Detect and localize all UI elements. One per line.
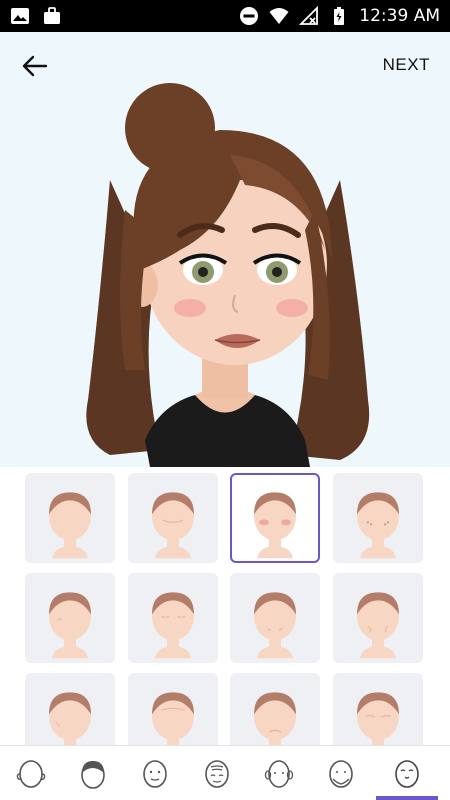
tab-face-shape[interactable] [0,746,62,800]
face-icon [143,759,167,788]
tab-wrinkles[interactable] [186,746,248,800]
tab-nose[interactable] [376,746,438,800]
do-not-disturb-icon [240,7,259,25]
wifi-icon [269,8,289,24]
back-button[interactable] [20,52,50,80]
cheek-face-icon [329,759,353,788]
next-button[interactable]: NEXT [383,55,430,75]
tab-face[interactable] [124,746,186,800]
tab-hair[interactable] [62,746,124,800]
feature-tab-bar [0,745,450,800]
wrinkle-face-icon [205,759,229,788]
nose-face-icon [395,759,419,788]
face-option[interactable] [128,573,218,663]
hair-icon [81,760,105,789]
face-shape-icon [16,759,46,788]
face-option[interactable] [25,473,115,563]
face-option[interactable] [128,473,218,563]
battery-icon [334,7,345,25]
ear-face-icon [264,759,294,788]
active-tab-indicator [376,796,438,800]
image-icon [11,8,29,24]
face-option[interactable] [333,673,423,747]
status-bar: 12:39 AM [0,0,450,32]
arrow-left-icon [22,55,48,77]
face-option[interactable] [230,673,320,747]
face-option[interactable] [25,673,115,747]
status-time: 12:39 AM [359,6,440,26]
face-option[interactable] [230,573,320,663]
avatar-illustration [86,83,370,467]
tab-ears[interactable] [248,746,310,800]
face-option[interactable] [128,673,218,747]
briefcase-icon [44,7,60,24]
avatar-preview: NEXT [0,32,450,467]
face-option[interactable] [25,573,115,663]
face-option[interactable] [333,573,423,663]
face-option[interactable] [333,473,423,563]
no-signal-icon [299,6,319,25]
tab-cheeks[interactable] [310,746,372,800]
face-options-grid [0,467,450,747]
face-option-selected[interactable] [230,473,320,563]
